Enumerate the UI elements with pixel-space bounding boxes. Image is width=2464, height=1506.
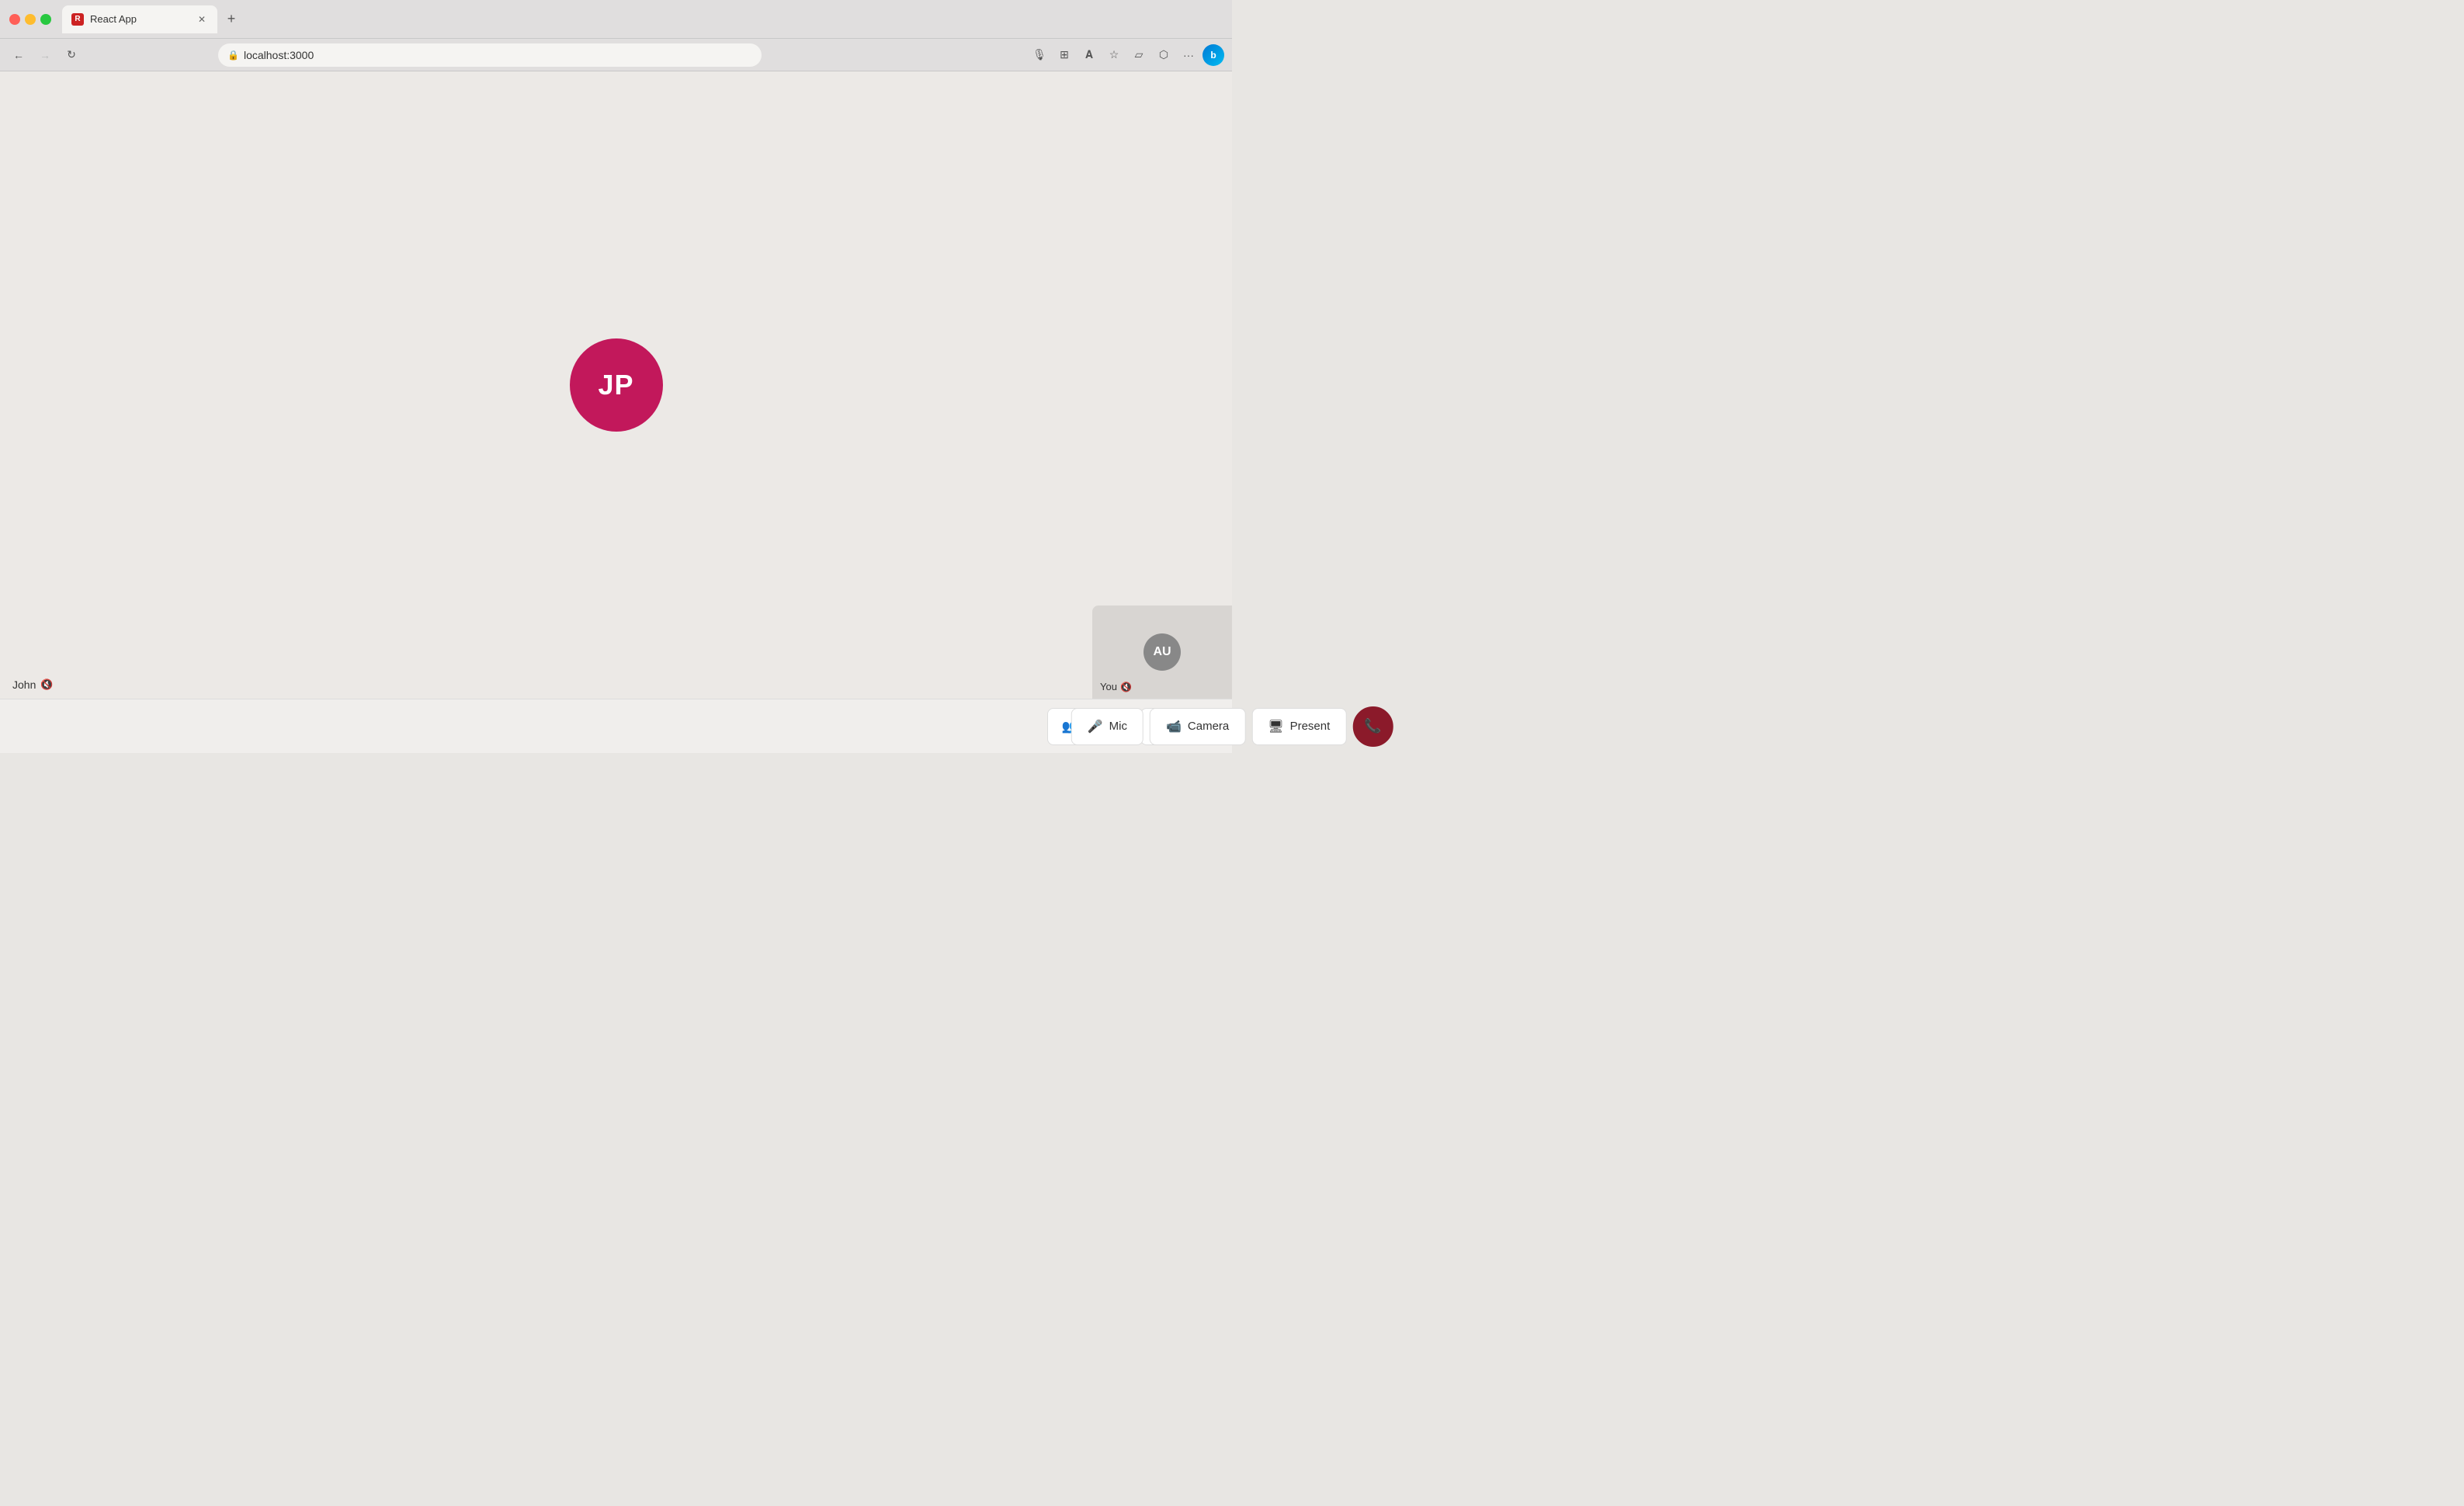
refresh-button[interactable]: ↻ — [61, 44, 82, 66]
browser-chrome: R React App ✕ + — [0, 0, 1232, 39]
lock-icon: 🔒 — [227, 50, 239, 61]
microphone-icon[interactable]: 🎙 — [1029, 44, 1050, 66]
toolbar-center: 🎤 Mic 📹 Camera 🖥 Present 📞 — [1071, 706, 1393, 747]
new-tab-button[interactable]: + — [220, 9, 242, 30]
back-button[interactable]: ← — [8, 44, 29, 66]
end-call-icon: 📞 — [1364, 718, 1381, 734]
john-participant-label: John 🔇 — [12, 678, 54, 691]
mic-icon: 🎤 — [1088, 719, 1103, 734]
address-bar-row: ← → ↻ 🔒 localhost:3000 🎙 ⊞ 𝐀 ☆ ▱ ⬡ ··· b — [0, 39, 1232, 71]
read-aloud-icon[interactable]: 𝐀 — [1078, 44, 1100, 66]
tab-title: React App — [90, 13, 137, 25]
address-bar[interactable]: 🔒 localhost:3000 — [218, 43, 762, 67]
bottom-toolbar: 🎤 Mic 📹 Camera 🖥 Present 📞 👥 People 💬 Ch… — [0, 699, 1232, 753]
split-screen-icon[interactable]: ▱ — [1128, 44, 1150, 66]
john-name: John — [12, 678, 36, 691]
video-call-main: JP John 🔇 AU You 🔇 — [0, 71, 1232, 699]
browser-toolbar-right: 🎙 ⊞ 𝐀 ☆ ▱ ⬡ ··· b — [1029, 44, 1224, 66]
tab-bar: R React App ✕ + — [62, 5, 1223, 33]
jp-initials: JP — [598, 369, 633, 401]
browser-extensions-icon[interactable]: ⬡ — [1153, 44, 1175, 66]
end-call-button[interactable]: 📞 — [1352, 706, 1393, 747]
tab-favicon: R — [71, 13, 84, 26]
favicon-icon: R — [75, 15, 80, 23]
address-text: localhost:3000 — [244, 49, 314, 61]
you-label: You 🔇 — [1100, 681, 1132, 692]
fullscreen-traffic-light[interactable] — [40, 14, 51, 25]
mic-label: Mic — [1109, 720, 1127, 733]
traffic-lights — [9, 14, 51, 25]
active-tab[interactable]: R React App ✕ — [62, 5, 217, 33]
au-avatar: AU — [1144, 633, 1181, 671]
jp-participant-avatar: JP — [570, 338, 663, 432]
camera-button[interactable]: 📹 Camera — [1150, 708, 1245, 745]
favorites-icon[interactable]: ☆ — [1103, 44, 1125, 66]
bing-copilot-icon[interactable]: b — [1203, 44, 1224, 66]
au-initials: AU — [1153, 645, 1171, 659]
forward-button[interactable]: → — [34, 44, 56, 66]
you-muted-icon: 🔇 — [1120, 682, 1132, 692]
self-participant-panel: AU You 🔇 — [1092, 606, 1232, 699]
camera-icon: 📹 — [1166, 719, 1182, 734]
present-icon: 🖥 — [1268, 719, 1283, 734]
tab-close-button[interactable]: ✕ — [196, 13, 208, 26]
camera-label: Camera — [1188, 720, 1229, 733]
mic-button[interactable]: 🎤 Mic — [1071, 708, 1144, 745]
john-muted-icon: 🔇 — [40, 678, 53, 691]
minimize-traffic-light[interactable] — [25, 14, 36, 25]
close-traffic-light[interactable] — [9, 14, 20, 25]
present-button[interactable]: 🖥 Present — [1251, 708, 1346, 745]
more-options-icon[interactable]: ··· — [1178, 44, 1199, 66]
apps-icon[interactable]: ⊞ — [1053, 44, 1075, 66]
you-text: You — [1100, 681, 1117, 692]
present-label: Present — [1290, 720, 1331, 733]
